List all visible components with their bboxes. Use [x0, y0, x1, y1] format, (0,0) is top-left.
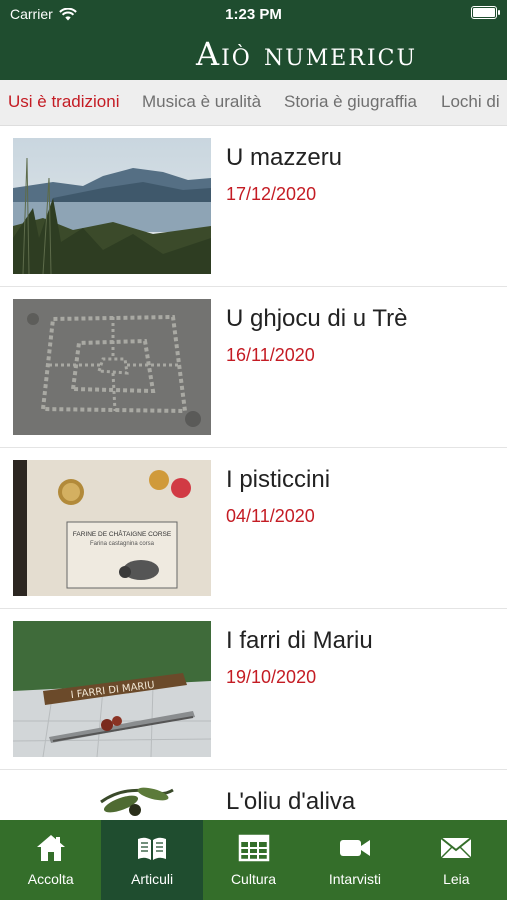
article-item[interactable]: U mazzeru 17/12/2020: [0, 126, 507, 287]
table-icon: [238, 834, 269, 862]
category-tabs: Usi è tradizioni Musica è uralità Storia…: [0, 80, 507, 126]
article-thumbnail: I FARRI DI MARIU: [13, 621, 211, 757]
article-date: 04/11/2020: [226, 506, 315, 526]
article-item[interactable]: L'oliu d'aliva: [0, 770, 507, 820]
status-time: 1:23 PM: [225, 6, 282, 23]
nav-articuli[interactable]: Articuli: [101, 820, 203, 900]
app-header: Carrier 1:23 PM Aiò numericu: [0, 0, 507, 80]
status-bar: Carrier 1:23 PM: [0, 0, 507, 28]
app-title: Aiò numericu: [195, 35, 417, 73]
article-title: I pisticcini: [226, 466, 331, 493]
article-thumbnail: [13, 782, 211, 820]
tab-lochi[interactable]: Lochi di: [441, 92, 500, 112]
article-thumbnail: FARINE DE CHÂTAIGNE CORSE Farina castagn…: [13, 460, 211, 596]
article-title: I farri di Mariu: [226, 627, 373, 654]
nav-label: Articuli: [131, 871, 174, 887]
thumbnail-text: Farina castagnina corsa: [90, 541, 155, 547]
book-icon: [138, 837, 167, 860]
article-date: 19/10/2020: [226, 667, 317, 687]
video-camera-icon: [339, 840, 370, 856]
tab-usi-e-tradizioni[interactable]: Usi è tradizioni: [8, 92, 120, 112]
nav-label: Cultura: [230, 871, 277, 887]
nav-label: Accolta: [27, 871, 74, 887]
thumbnail-text: FARINE DE CHÂTAIGNE CORSE: [73, 529, 172, 538]
article-title: L'oliu d'aliva: [226, 788, 356, 815]
article-item[interactable]: U ghjocu di u Trè 16/11/2020: [0, 287, 507, 448]
bottom-tab-bar: Accolta Articuli Cultura Intarvisti Leia: [0, 820, 507, 900]
article-thumbnail: [13, 299, 211, 435]
article-date: 16/11/2020: [226, 345, 315, 365]
nav-intarvisti[interactable]: Intarvisti: [304, 820, 405, 900]
tab-storia-e-giugraffia[interactable]: Storia è giugraffia: [284, 92, 417, 112]
nav-leia[interactable]: Leia: [406, 820, 507, 900]
battery-icon: [471, 6, 500, 19]
nav-accolta[interactable]: Accolta: [0, 820, 101, 900]
tab-musica-e-uralita[interactable]: Musica è uralità: [142, 92, 261, 112]
nav-cultura[interactable]: Cultura: [203, 820, 304, 900]
article-date: 17/12/2020: [226, 184, 317, 204]
envelope-icon: [440, 837, 472, 859]
nav-label: Intarvisti: [328, 871, 381, 887]
article-thumbnail: [13, 138, 211, 274]
article-item[interactable]: FARINE DE CHÂTAIGNE CORSE Farina castagn…: [0, 448, 507, 609]
home-icon: [36, 835, 65, 861]
article-list: U mazzeru 17/12/2020 U ghjocu di u Trè 1…: [0, 126, 507, 820]
nav-label: Leia: [443, 871, 470, 887]
article-item[interactable]: I FARRI DI MARIU I farri di Mariu 19/10/…: [0, 609, 507, 770]
article-title: U mazzeru: [226, 144, 343, 171]
article-title: U ghjocu di u Trè: [226, 305, 408, 332]
